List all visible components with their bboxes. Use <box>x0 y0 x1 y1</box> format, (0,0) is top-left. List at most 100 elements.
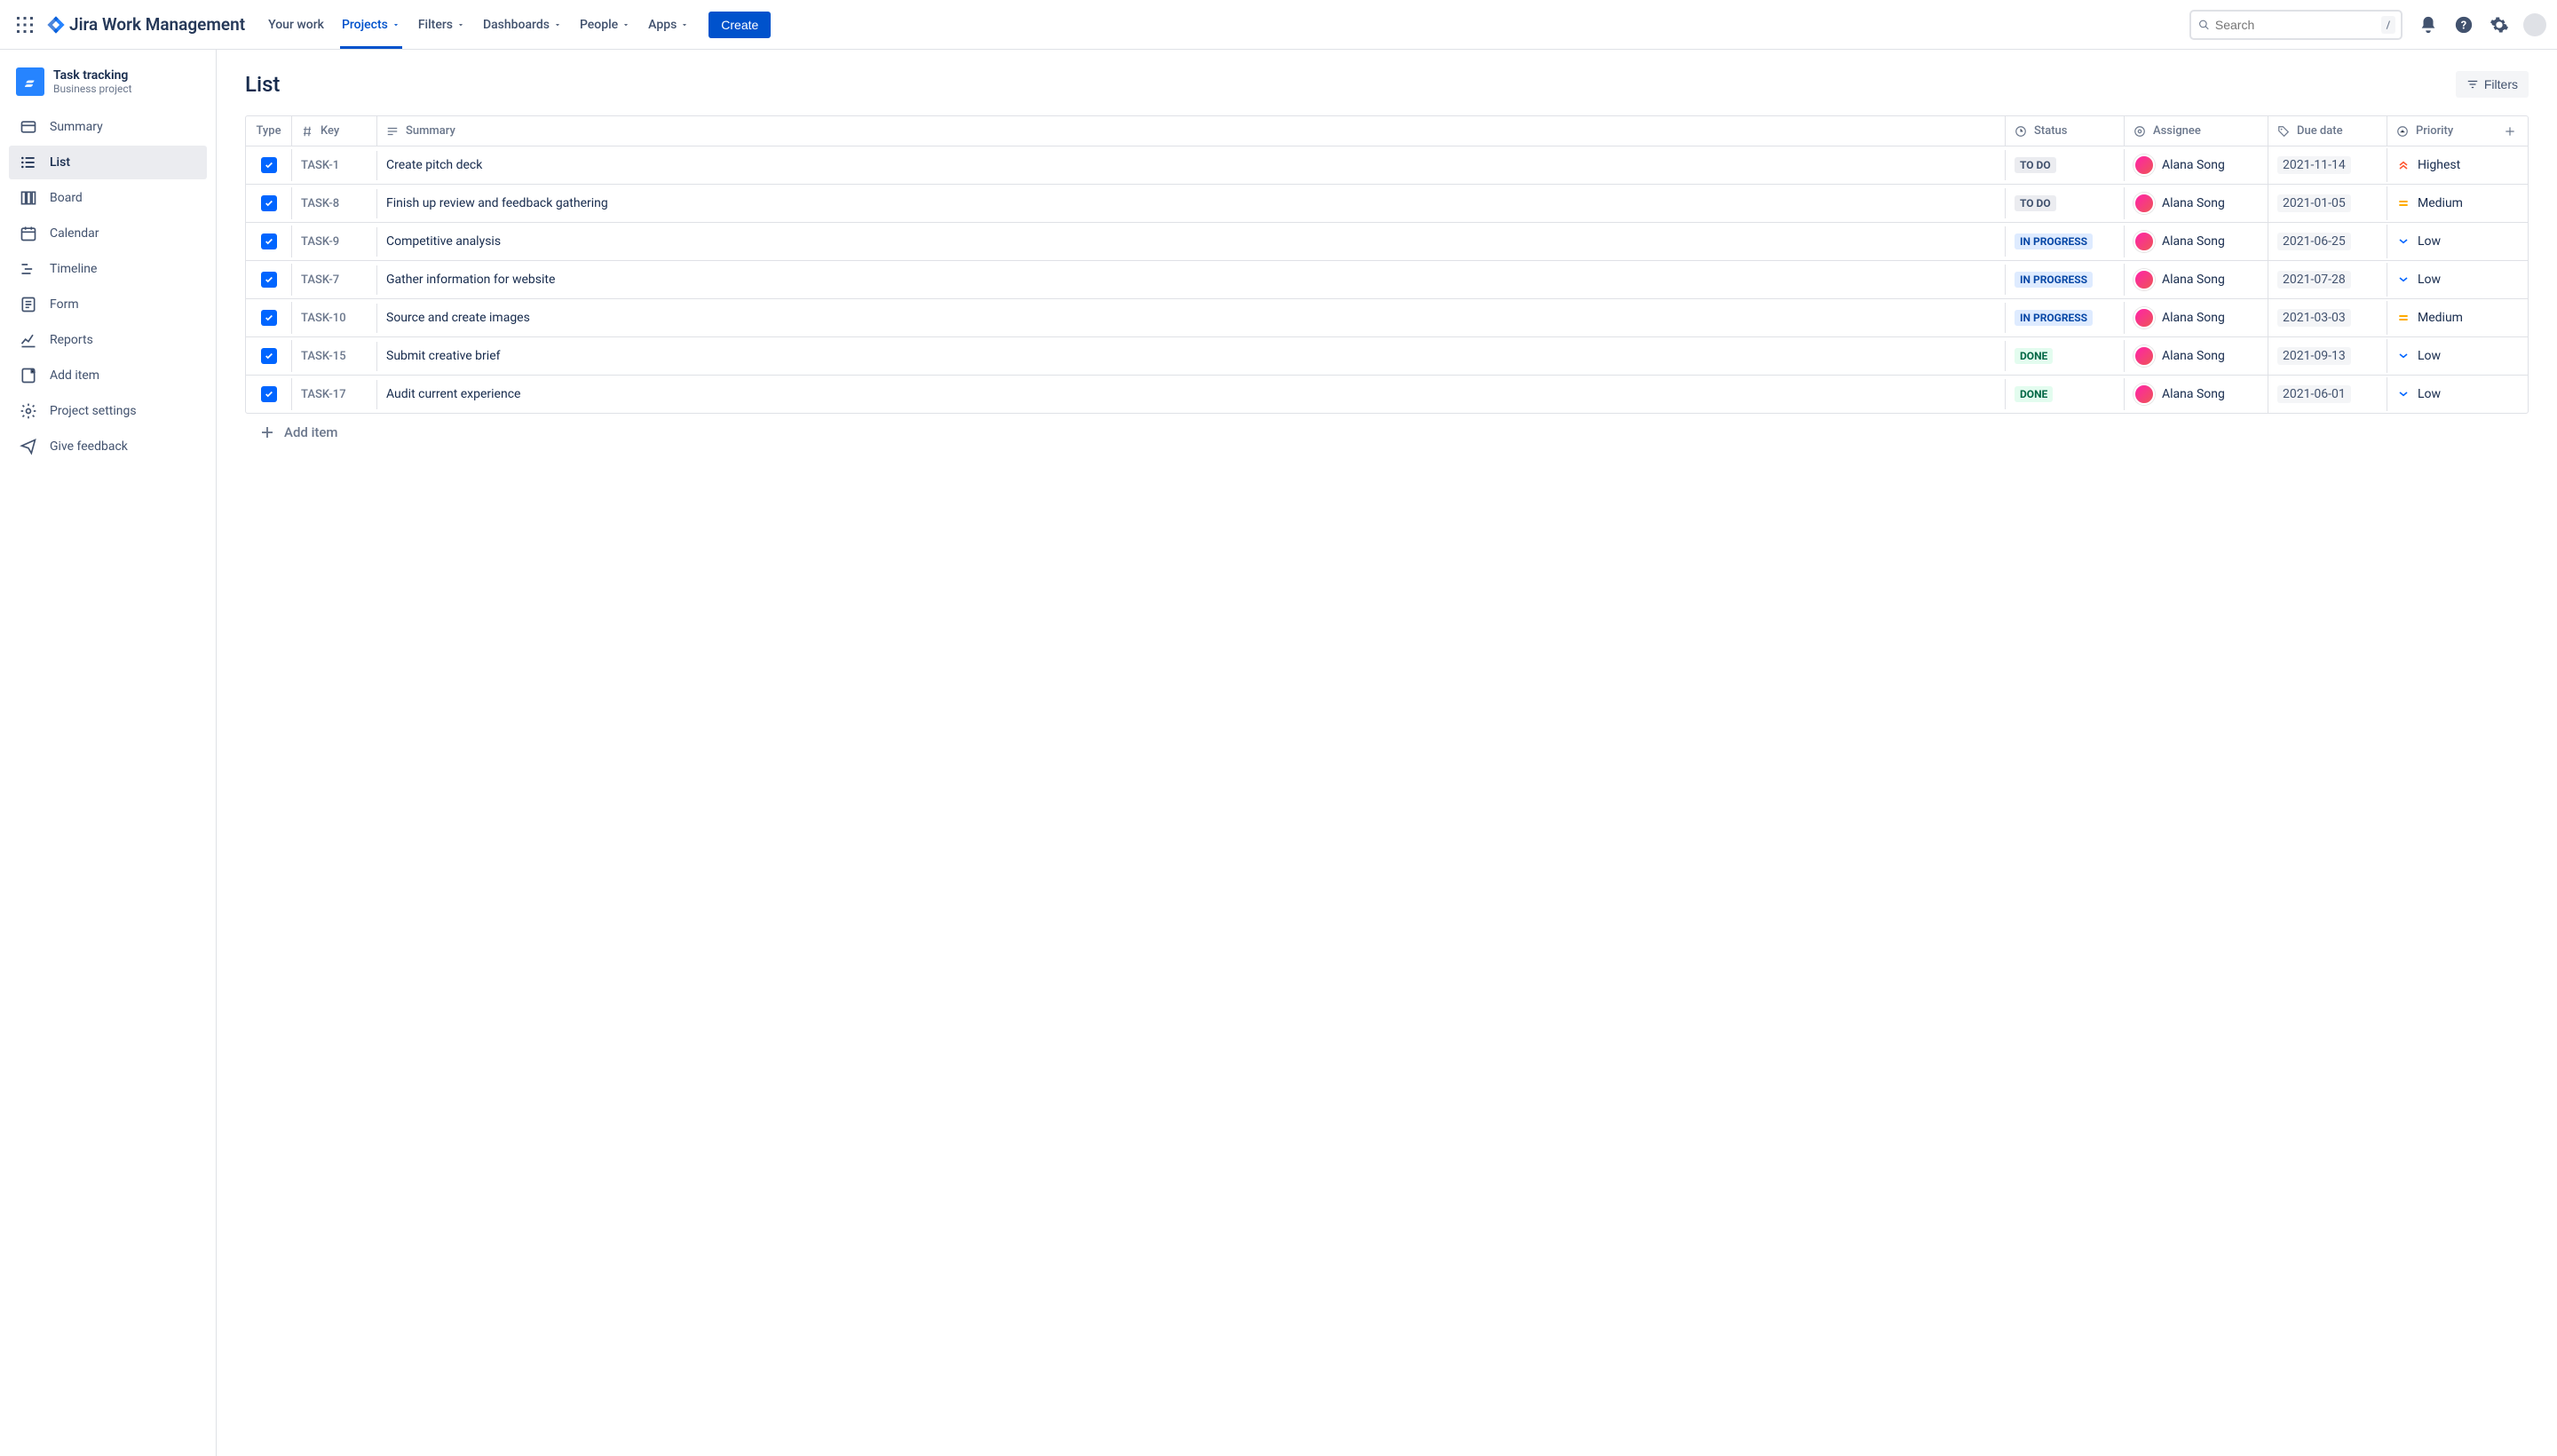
cell-key[interactable]: TASK-7 <box>292 265 377 295</box>
cell-due-date[interactable]: 2021-07-28 <box>2268 263 2387 297</box>
cell-priority[interactable]: Low <box>2387 379 2492 409</box>
cell-key[interactable]: TASK-17 <box>292 380 377 409</box>
nav-filters[interactable]: Filters <box>409 0 474 49</box>
cell-priority[interactable]: Low <box>2387 265 2492 295</box>
create-button[interactable]: Create <box>709 12 771 38</box>
notifications-icon[interactable] <box>2417 13 2440 36</box>
table-row[interactable]: TASK-15 Submit creative brief DONE Alana… <box>246 337 2528 376</box>
cell-summary[interactable]: Finish up review and feedback gathering <box>377 188 2006 218</box>
cell-assignee[interactable]: Alana Song <box>2125 223 2268 260</box>
chevron-down-icon <box>392 20 400 29</box>
priority-low-icon <box>2396 234 2411 249</box>
col-header-status[interactable]: Status <box>2006 116 2125 146</box>
col-header-key[interactable]: Key <box>292 116 377 146</box>
settings-icon[interactable] <box>2488 13 2511 36</box>
help-icon[interactable]: ? <box>2452 13 2475 36</box>
cell-status[interactable]: DONE <box>2006 378 2125 410</box>
nav-projects[interactable]: Projects <box>333 0 409 49</box>
cell-assignee[interactable]: Alana Song <box>2125 185 2268 222</box>
sidebar-item-project-settings[interactable]: Project settings <box>9 394 207 428</box>
cell-priority[interactable]: Medium <box>2387 188 2492 218</box>
filters-button[interactable]: Filters <box>2456 71 2529 98</box>
cell-due-date[interactable]: 2021-03-03 <box>2268 301 2387 335</box>
cell-assignee[interactable]: Alana Song <box>2125 299 2268 336</box>
add-item-row[interactable]: Add item <box>245 414 2529 451</box>
col-header-summary[interactable]: Summary <box>377 116 2006 146</box>
cell-type[interactable] <box>246 149 292 181</box>
col-header-type[interactable]: Type <box>246 116 292 146</box>
cell-assignee[interactable]: Alana Song <box>2125 376 2268 413</box>
app-switcher-icon[interactable] <box>11 11 39 39</box>
cell-type[interactable] <box>246 226 292 257</box>
cell-key[interactable]: TASK-8 <box>292 189 377 218</box>
search-box[interactable]: / <box>2189 10 2403 40</box>
cell-due-date[interactable]: 2021-09-13 <box>2268 339 2387 373</box>
cell-summary[interactable]: Submit creative brief <box>377 341 2006 371</box>
cell-key[interactable]: TASK-1 <box>292 151 377 180</box>
nav-people[interactable]: People <box>571 0 639 49</box>
sidebar-item-form[interactable]: Form <box>9 288 207 321</box>
cell-summary[interactable]: Audit current experience <box>377 379 2006 409</box>
cell-priority[interactable]: Low <box>2387 226 2492 257</box>
add-column-button[interactable] <box>2492 117 2528 146</box>
cell-due-date[interactable]: 2021-06-01 <box>2268 377 2387 411</box>
cell-priority[interactable]: Highest <box>2387 150 2492 180</box>
cell-status[interactable]: TO DO <box>2006 149 2125 181</box>
sidebar-item-add-item[interactable]: Add item <box>9 359 207 392</box>
cell-type[interactable] <box>246 378 292 410</box>
reports-icon <box>20 331 37 349</box>
cell-status[interactable]: DONE <box>2006 340 2125 372</box>
col-header-due[interactable]: Due date <box>2268 116 2387 146</box>
cell-summary[interactable]: Create pitch deck <box>377 150 2006 180</box>
cell-status[interactable]: IN PROGRESS <box>2006 226 2125 257</box>
table-row[interactable]: TASK-17 Audit current experience DONE Al… <box>246 376 2528 413</box>
nav-dashboards[interactable]: Dashboards <box>474 0 571 49</box>
cell-type[interactable] <box>246 340 292 372</box>
nav-apps[interactable]: Apps <box>639 0 698 49</box>
assignee-avatar <box>2133 384 2155 405</box>
cell-status[interactable]: TO DO <box>2006 187 2125 219</box>
profile-avatar[interactable] <box>2523 13 2546 36</box>
table-row[interactable]: TASK-7 Gather information for website IN… <box>246 261 2528 299</box>
cell-type[interactable] <box>246 187 292 219</box>
cell-summary[interactable]: Gather information for website <box>377 265 2006 295</box>
sidebar-item-board[interactable]: Board <box>9 181 207 215</box>
nav-your-work[interactable]: Your work <box>259 0 333 49</box>
cell-assignee[interactable]: Alana Song <box>2125 337 2268 375</box>
sidebar-item-reports[interactable]: Reports <box>9 323 207 357</box>
col-header-priority[interactable]: Priority <box>2387 116 2492 146</box>
cell-status[interactable]: IN PROGRESS <box>2006 264 2125 296</box>
sidebar-item-summary[interactable]: Summary <box>9 110 207 144</box>
task-table: Type Key Summary Status Assignee Due dat… <box>245 115 2529 414</box>
cell-due-date[interactable]: 2021-11-14 <box>2268 148 2387 182</box>
cell-key[interactable]: TASK-10 <box>292 304 377 333</box>
cell-type[interactable] <box>246 264 292 296</box>
table-row[interactable]: TASK-10 Source and create images IN PROG… <box>246 299 2528 337</box>
cell-status[interactable]: IN PROGRESS <box>2006 302 2125 334</box>
table-row[interactable]: TASK-1 Create pitch deck TO DO Alana Son… <box>246 146 2528 185</box>
cell-assignee[interactable]: Alana Song <box>2125 261 2268 298</box>
cell-key[interactable]: TASK-9 <box>292 227 377 257</box>
cell-priority[interactable]: Medium <box>2387 303 2492 333</box>
cell-assignee[interactable]: Alana Song <box>2125 146 2268 184</box>
priority-medium-icon <box>2396 196 2411 210</box>
cell-type[interactable] <box>246 302 292 334</box>
cell-summary[interactable]: Competitive analysis <box>377 226 2006 257</box>
sidebar-item-label: Summary <box>50 120 103 134</box>
sidebar-item-give-feedback[interactable]: Give feedback <box>9 430 207 463</box>
table-row[interactable]: TASK-8 Finish up review and feedback gat… <box>246 185 2528 223</box>
sidebar-item-timeline[interactable]: Timeline <box>9 252 207 286</box>
sidebar-item-list[interactable]: List <box>9 146 207 179</box>
cell-key[interactable]: TASK-15 <box>292 342 377 371</box>
calendar-icon <box>20 225 37 242</box>
app-logo[interactable]: Jira Work Management <box>46 14 245 35</box>
cell-due-date[interactable]: 2021-01-05 <box>2268 186 2387 220</box>
cell-priority[interactable]: Low <box>2387 341 2492 371</box>
col-header-assignee[interactable]: Assignee <box>2125 116 2268 146</box>
project-header[interactable]: Task tracking Business project <box>9 67 207 110</box>
sidebar-item-calendar[interactable]: Calendar <box>9 217 207 250</box>
cell-summary[interactable]: Source and create images <box>377 303 2006 333</box>
search-input[interactable] <box>2215 18 2376 32</box>
table-row[interactable]: TASK-9 Competitive analysis IN PROGRESS … <box>246 223 2528 261</box>
cell-due-date[interactable]: 2021-06-25 <box>2268 225 2387 258</box>
